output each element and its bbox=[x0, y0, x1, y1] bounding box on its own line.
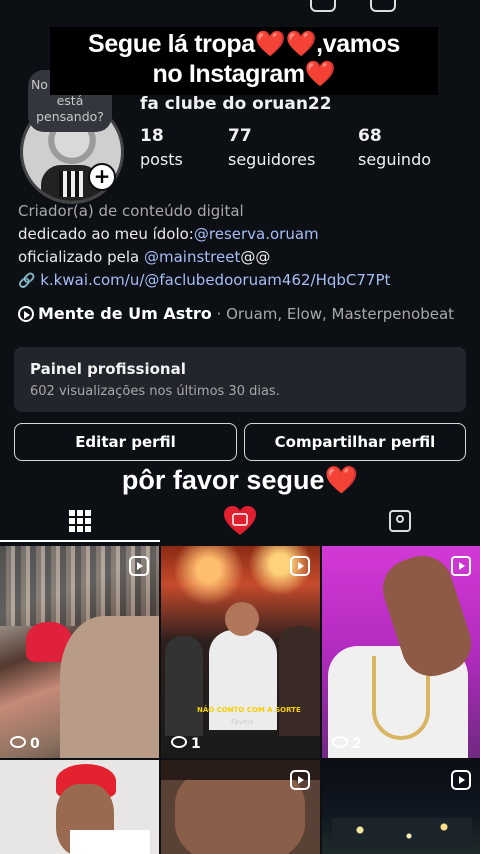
view-count: 2 bbox=[332, 736, 362, 752]
profile-tabs bbox=[0, 498, 480, 544]
stat-following[interactable]: 68 seguindo bbox=[358, 126, 431, 169]
view-count: 1 bbox=[171, 736, 201, 752]
bio-line-2-text: oficializado pela bbox=[18, 248, 144, 266]
music-artists: · Oruam, Elow, Masterpenobeat bbox=[211, 305, 455, 323]
stat-followers-label: seguidores bbox=[228, 150, 316, 169]
post-tile-1[interactable]: 0 bbox=[0, 546, 159, 758]
post-tile-3[interactable]: 2 bbox=[322, 546, 480, 758]
performer-figure bbox=[209, 630, 277, 730]
tagged-icon bbox=[389, 510, 411, 532]
tab-reels[interactable] bbox=[160, 498, 320, 544]
person-left bbox=[165, 636, 203, 736]
hair-figure bbox=[60, 616, 159, 758]
person-right bbox=[279, 626, 320, 736]
caption-line-2: no Instagram❤️ bbox=[146, 57, 342, 92]
carousel-icon bbox=[451, 556, 471, 576]
story-caption-2: no Instagram❤️ bbox=[50, 57, 438, 92]
panel-subtitle: 602 visualizações nos últimos 30 dias. bbox=[30, 384, 280, 399]
view-count: 0 bbox=[10, 736, 40, 752]
eye-icon bbox=[171, 736, 187, 748]
stat-posts-value: 18 bbox=[140, 126, 164, 146]
bio-line-2-suffix: @@ bbox=[240, 248, 271, 266]
performer-head bbox=[225, 602, 259, 636]
reel-icon bbox=[290, 770, 310, 790]
link-icon: 🔗 bbox=[18, 273, 36, 289]
stage-lights bbox=[161, 546, 320, 606]
profile-name: fa clube do oruan22 bbox=[140, 94, 332, 114]
stat-posts[interactable]: 18 posts bbox=[140, 126, 183, 169]
play-icon bbox=[18, 306, 34, 322]
bio-link[interactable]: k.kwai.com/u/@faclubedooruam462/HqbC77Pt bbox=[40, 271, 390, 289]
night-city-image bbox=[332, 818, 472, 848]
threads-icon[interactable] bbox=[310, 0, 336, 12]
view-count-value: 1 bbox=[191, 736, 201, 752]
grid-icon bbox=[69, 510, 91, 532]
add-story-icon[interactable]: + bbox=[88, 163, 116, 191]
professional-panel[interactable]: Painel profissional 602 visualizações no… bbox=[14, 347, 466, 412]
stat-following-label: seguindo bbox=[358, 150, 432, 169]
post-tile-6[interactable] bbox=[322, 760, 480, 854]
reel-icon bbox=[451, 770, 471, 790]
share-profile-button[interactable]: Compartilhar perfil bbox=[244, 423, 466, 461]
add-content-icon[interactable] bbox=[370, 0, 396, 12]
post-tile-2[interactable]: NÃO CONTO COM A SORTE Favela 1 bbox=[161, 546, 320, 758]
stat-following-value: 68 bbox=[358, 126, 382, 146]
eye-icon bbox=[10, 736, 26, 748]
panel-title: Painel profissional bbox=[30, 360, 186, 378]
view-count-value: 0 bbox=[30, 736, 40, 752]
stat-followers-value: 77 bbox=[228, 126, 252, 146]
bio-line-2: oficializado pela @mainstreet@@ bbox=[18, 248, 270, 266]
active-tab-indicator bbox=[0, 540, 160, 542]
mention-mainstreet[interactable]: @mainstreet bbox=[144, 248, 240, 266]
video-caption-2: Favela bbox=[231, 718, 254, 726]
view-count-value: 2 bbox=[352, 736, 362, 752]
bio-link-row[interactable]: 🔗 k.kwai.com/u/@faclubedooruam462/HqbC77… bbox=[18, 271, 390, 289]
mention-reserva-oruam[interactable]: @reserva.oruam bbox=[194, 225, 319, 243]
stat-posts-label: posts bbox=[140, 150, 183, 169]
reel-icon bbox=[129, 556, 149, 576]
follow-banner: pôr favor segue❤️ bbox=[121, 465, 359, 495]
post-tile-5[interactable] bbox=[161, 760, 320, 854]
tab-posts[interactable] bbox=[0, 498, 160, 544]
edit-profile-button[interactable]: Editar perfil bbox=[14, 423, 237, 461]
shirt-figure bbox=[70, 830, 150, 854]
tab-tagged[interactable] bbox=[320, 498, 480, 544]
music-row[interactable]: Mente de Um Astro · Oruam, Elow, Masterp… bbox=[18, 304, 454, 323]
reel-icon bbox=[290, 556, 310, 576]
music-title: Mente de Um Astro bbox=[38, 304, 212, 323]
top-icons bbox=[310, 0, 452, 12]
stat-followers[interactable]: 77 seguidores bbox=[228, 126, 315, 169]
menu-icon[interactable] bbox=[430, 0, 452, 10]
profile-category: Criador(a) de conteúdo digital bbox=[18, 202, 244, 220]
bio-line-1: dedicado ao meu ídolo:@reserva.oruam bbox=[18, 225, 319, 243]
eye-icon bbox=[332, 736, 348, 748]
video-caption: NÃO CONTO COM A SORTE bbox=[197, 706, 301, 714]
heart-icon bbox=[224, 506, 256, 535]
bio-line-1-text: dedicado ao meu ídolo: bbox=[18, 225, 194, 243]
post-tile-4[interactable] bbox=[0, 760, 159, 854]
